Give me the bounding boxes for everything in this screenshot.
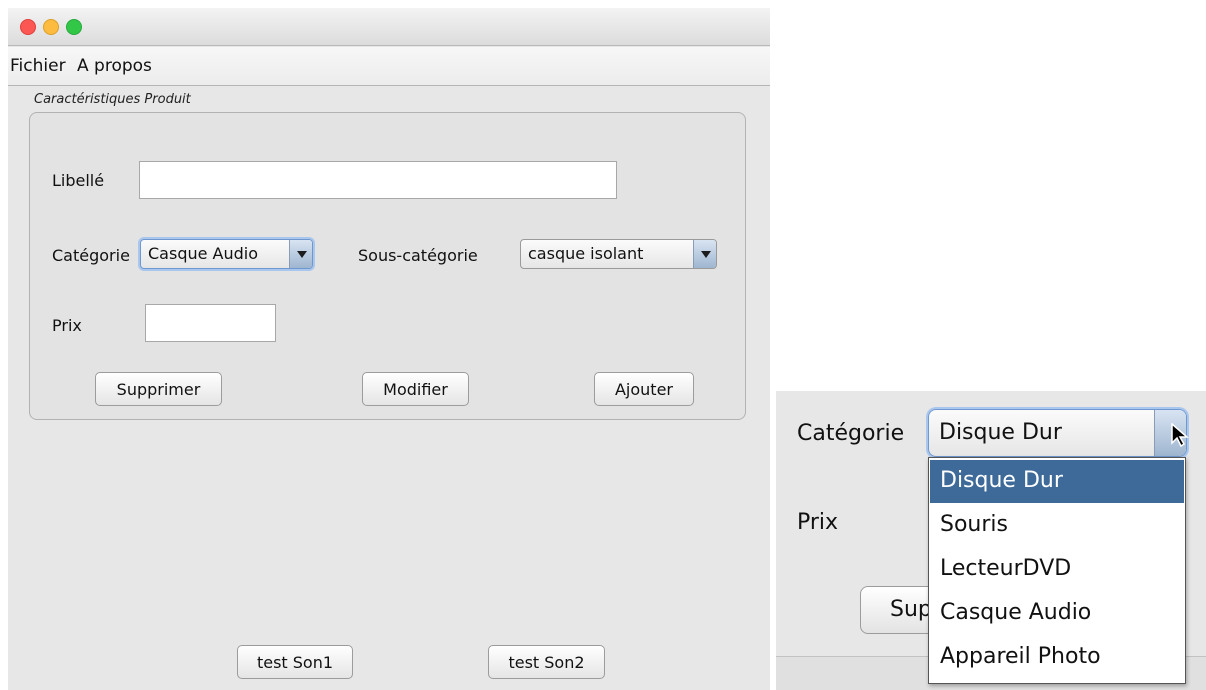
inset-categorie-label: Catégorie [797,421,905,446]
option-appareil-photo[interactable]: Appareil Photo [930,636,1184,679]
zoom-window-button[interactable] [66,19,82,35]
inset-prix-label: Prix [797,510,839,535]
ajouter-button[interactable]: Ajouter [594,372,694,406]
libelle-label: Libellé [52,171,105,190]
option-disque-dur[interactable]: Disque Dur [930,460,1184,503]
sous-categorie-label: Sous-catégorie [358,246,478,265]
menu-bar: Fichier A propos [8,47,770,86]
minimize-window-button[interactable] [43,19,59,35]
option-souris[interactable]: Souris [930,504,1184,547]
close-window-button[interactable] [20,19,36,35]
option-casque-audio[interactable]: Casque Audio [930,592,1184,635]
chevron-down-icon[interactable] [289,240,312,268]
group-title: Caractéristiques Produit [34,92,191,107]
libelle-input[interactable] [139,161,617,199]
categorie-label: Catégorie [52,246,130,265]
sous-categorie-combobox[interactable]: casque isolant [520,239,717,269]
prix-input[interactable] [145,304,276,342]
title-bar [8,8,770,46]
sous-categorie-value: casque isolant [528,244,644,263]
test-son1-button[interactable]: test Son1 [237,645,353,679]
menu-a-propos[interactable]: A propos [77,56,152,76]
menu-fichier[interactable]: Fichier [10,56,66,76]
categorie-dropdown-list: Disque Dur Souris LecteurDVD Casque Audi… [928,457,1186,684]
categorie-combobox[interactable]: Casque Audio [140,239,313,269]
prix-label: Prix [52,316,82,335]
inset-categorie-value: Disque Dur [939,420,1062,445]
test-son2-button[interactable]: test Son2 [488,645,605,679]
categorie-value: Casque Audio [148,244,259,263]
option-lecteurdvd[interactable]: LecteurDVD [930,548,1184,591]
supprimer-button[interactable]: Supprimer [95,372,222,406]
mouse-pointer-icon [1171,423,1189,447]
modifier-button[interactable]: Modifier [362,372,469,406]
inset-categorie-combobox[interactable]: Disque Dur [928,409,1187,457]
chevron-down-icon[interactable] [693,240,716,268]
